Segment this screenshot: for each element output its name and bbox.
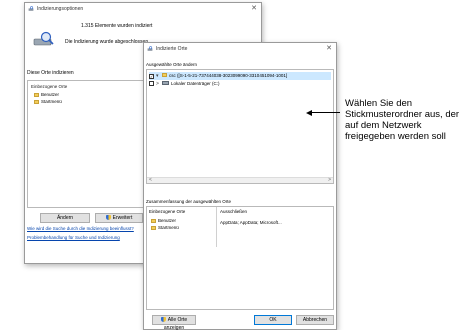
callout-arrow-line — [310, 112, 340, 113]
checkbox-unchecked[interactable] — [149, 81, 154, 86]
search-drive-icon — [147, 46, 153, 51]
tree-item-label: Lokaler Datenträger (C:) — [171, 81, 220, 86]
indexing-drive-icon — [33, 31, 54, 46]
included-locations-header: Einbezogene Orte — [31, 84, 68, 89]
list-item-label: Startmenü — [41, 99, 62, 104]
folder-icon — [151, 226, 156, 230]
scroll-left-icon[interactable]: < — [149, 178, 152, 183]
collapse-icon[interactable]: ▾ — [156, 72, 160, 80]
indexed-count-text: 1.315 Elemente wurden indiziert — [81, 23, 153, 29]
summary-included-header: Einbezogene Orte — [149, 209, 186, 214]
list-item-startmenu[interactable]: Startmenü — [34, 99, 62, 105]
folder-icon — [151, 219, 156, 223]
shield-icon — [105, 215, 111, 220]
horizontal-scrollbar[interactable]: < > — [147, 177, 333, 183]
summary-item-label: Benutzer — [158, 218, 177, 223]
callout-arrow-head — [306, 109, 312, 116]
checkbox-checked[interactable]: ✓ — [149, 74, 154, 79]
list-item-benutzer[interactable]: Benutzer — [34, 92, 59, 98]
summary-item-benutzer: Benutzer — [151, 218, 176, 224]
advanced-button-label: Erweitert — [112, 215, 133, 221]
indexed-locations-window: Indizierte Orte ✕ Ausgewählte Orte änder… — [143, 42, 337, 330]
folder-icon — [34, 100, 39, 104]
troubleshoot-link[interactable]: Problembehandlung für Suche und Indizier… — [27, 235, 120, 240]
hard-drive-icon — [162, 81, 169, 85]
indexing-options-title: Indizierungsoptionen — [37, 6, 84, 12]
close-icon[interactable]: ✕ — [251, 3, 257, 15]
search-help-link[interactable]: Wie wird die Suche durch die Indizierung… — [27, 226, 134, 231]
summary-exclude-header: Ausschließen — [220, 209, 248, 214]
expand-icon[interactable]: > — [156, 80, 160, 88]
tree-item-label: csc ([S-1-5-21-737444038-3023099090-3310… — [169, 73, 288, 78]
summary-item-startmenu: Startmenü — [151, 225, 179, 231]
cancel-button[interactable]: Abbrechen — [296, 315, 334, 325]
advanced-button[interactable]: Erweitert — [95, 213, 143, 223]
scroll-right-icon[interactable]: > — [328, 178, 331, 183]
tree-item-csc[interactable]: ✓ ▾ csc ([S-1-5-21-737444038-3023099090-33… — [149, 72, 331, 80]
summary-table: Einbezogene Orte Benutzer Startmenü Auss… — [146, 206, 334, 310]
close-icon[interactable]: ✕ — [326, 43, 332, 55]
selected-locations-label: Ausgewählte Orte ändern — [146, 62, 198, 67]
folder-icon — [162, 73, 167, 77]
summary-label: Zusammenfassung der ausgewählten Orte — [146, 199, 232, 204]
show-all-label: Alle Orte anzeigen — [163, 317, 188, 330]
shield-icon — [160, 317, 166, 322]
summary-exclude-value: AppData; AppData; Microsoft... — [220, 220, 282, 225]
included-locations-list[interactable]: Einbezogene Orte Benutzer Startmenü — [27, 80, 147, 208]
summary-item-label: Startmenü — [158, 225, 179, 230]
index-locations-label: Diese Orte indizieren — [27, 70, 74, 76]
indexed-locations-titlebar: Indizierte Orte ✕ — [144, 43, 336, 55]
callout-text: Wählen Sie den Stickmusterordner aus, de… — [345, 98, 460, 142]
search-drive-icon — [28, 6, 34, 11]
list-item-label: Benutzer — [41, 92, 60, 97]
show-all-locations-button[interactable]: Alle Orte anzeigen — [152, 315, 196, 330]
folder-icon — [34, 93, 39, 97]
indexing-complete-text: Die Indizierung wurde abgeschlossen. — [65, 39, 150, 45]
indexing-options-titlebar: Indizierungsoptionen ✕ — [25, 3, 261, 15]
indexed-locations-title: Indizierte Orte — [156, 46, 188, 52]
tree-item-local-disk[interactable]: > Lokaler Datenträger (C:) — [149, 80, 220, 88]
ok-button[interactable]: OK — [254, 315, 292, 325]
summary-exclude-column: Ausschließen AppData; AppData; Microsoft… — [218, 207, 333, 247]
location-tree[interactable]: ✓ ▾ csc ([S-1-5-21-737444038-3023099090-33… — [146, 69, 334, 184]
change-button[interactable]: Ändern — [40, 213, 90, 223]
summary-included-column: Einbezogene Orte Benutzer Startmenü — [147, 207, 217, 247]
